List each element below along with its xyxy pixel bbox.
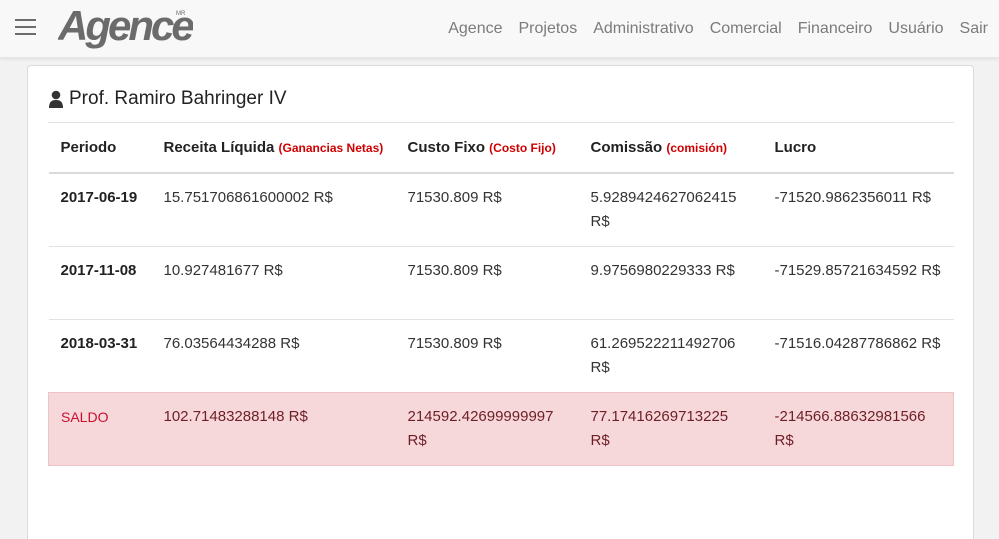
header-custo-es: (Costo Fijo) <box>489 141 556 155</box>
header-comissao-label: Comissão <box>590 139 663 156</box>
consultant-title: Prof. Ramiro Bahringer IV <box>48 88 287 110</box>
saldo-receita: 102.71483288148 R$ <box>151 392 396 466</box>
nav-sair[interactable]: Sair <box>960 20 988 38</box>
table-row: 2017-11-08 10.927481677 R$ 71530.809 R$ … <box>48 246 954 320</box>
financial-report-table: Periodo Receita Líquida (Ganancias Netas… <box>48 123 954 466</box>
table-header-row: Periodo Receita Líquida (Ganancias Netas… <box>48 123 954 174</box>
table-row: 2017-06-19 15.751706861600002 R$ 71530.8… <box>48 172 954 247</box>
cell-lucro: -71529.85721634592 R$ <box>762 246 954 320</box>
nav-agence[interactable]: Agence <box>448 20 502 38</box>
cell-periodo: 2017-11-08 <box>48 246 152 320</box>
hamburger-menu-icon[interactable] <box>15 19 36 37</box>
header-custo-label: Custo Fixo <box>407 139 486 156</box>
cell-comissao: 9.9756980229333 R$ <box>578 246 763 320</box>
header-receita-label: Receita Líquida <box>163 139 275 156</box>
nav-administrativo[interactable]: Administrativo <box>593 20 693 38</box>
svg-text:MR: MR <box>176 11 186 17</box>
report-card: Prof. Ramiro Bahringer IV Periodo Receit… <box>27 65 974 539</box>
cell-custo: 71530.809 R$ <box>395 172 579 247</box>
user-icon <box>48 90 64 108</box>
header-periodo: Periodo <box>48 123 152 174</box>
cell-lucro: -71520.9862356011 R$ <box>762 172 954 247</box>
cell-receita: 10.927481677 R$ <box>151 246 396 320</box>
header-comissao-es: (comisión) <box>666 141 728 155</box>
nav-comercial[interactable]: Comercial <box>710 20 782 38</box>
cell-periodo: 2017-06-19 <box>48 172 152 247</box>
nav-usuario[interactable]: Usuário <box>888 20 943 38</box>
cell-receita: 76.03564434288 R$ <box>151 319 396 393</box>
cell-custo: 71530.809 R$ <box>395 246 579 320</box>
header-comissao: Comissão (comisión) <box>578 123 763 174</box>
header-lucro: Lucro <box>762 123 954 174</box>
main-nav: Agence Projetos Administrativo Comercial… <box>448 0 999 58</box>
nav-projetos[interactable]: Projetos <box>519 20 578 38</box>
agence-logo[interactable]: Agence MR <box>58 4 193 50</box>
header-custo: Custo Fixo (Costo Fijo) <box>395 123 579 174</box>
cell-custo: 71530.809 R$ <box>395 319 579 393</box>
cell-comissao: 5.9289424627062415 R$ <box>578 172 763 247</box>
saldo-lucro: -214566.88632981566 R$ <box>762 392 954 466</box>
header-receita: Receita Líquida (Ganancias Netas) <box>151 123 396 174</box>
cell-receita: 15.751706861600002 R$ <box>151 172 396 247</box>
nav-financeiro[interactable]: Financeiro <box>798 20 873 38</box>
table-row: 2018-03-31 76.03564434288 R$ 71530.809 R… <box>48 319 954 393</box>
cell-lucro: -71516.04287786862 R$ <box>762 319 954 393</box>
saldo-comissao: 77.17416269713225 R$ <box>578 392 763 466</box>
cell-comissao: 61.269522211492706 R$ <box>578 319 763 393</box>
cell-periodo: 2018-03-31 <box>48 319 152 393</box>
svg-text:Agence: Agence <box>58 4 193 49</box>
saldo-row: SALDO 102.71483288148 R$ 214592.42699999… <box>48 392 954 466</box>
header-receita-es: (Ganancias Netas) <box>278 141 384 155</box>
consultant-name: Prof. Ramiro Bahringer IV <box>69 88 287 109</box>
saldo-custo: 214592.42699999997 R$ <box>395 392 579 466</box>
saldo-label: SALDO <box>48 392 152 466</box>
top-navbar: Agence MR Agence Projetos Administrativo… <box>0 0 999 58</box>
